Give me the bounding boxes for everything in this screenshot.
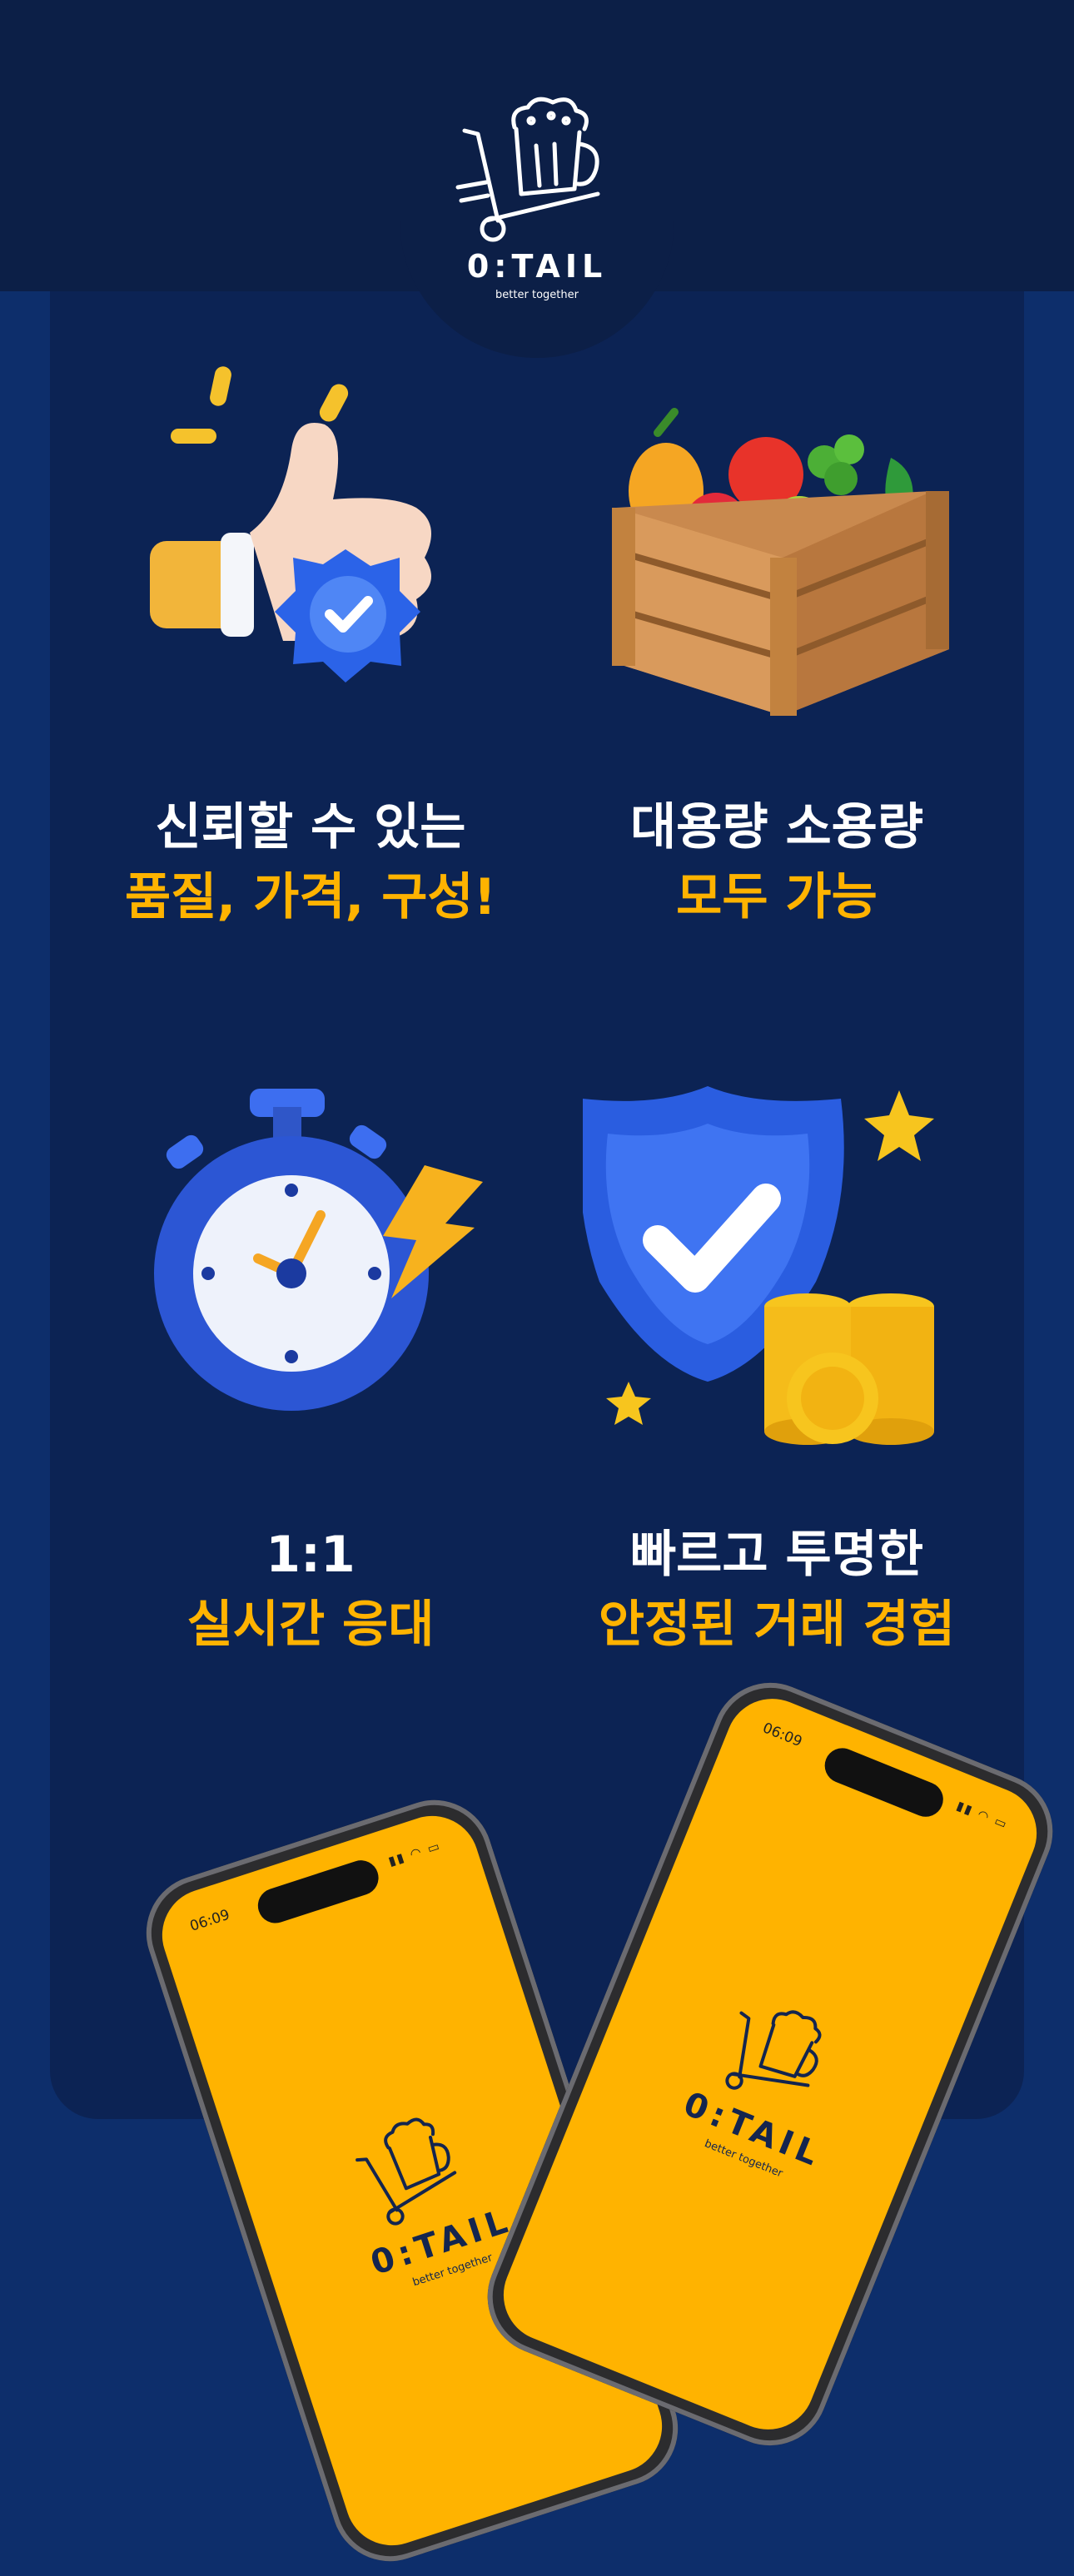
cart-beer-logo-icon (455, 97, 600, 242)
feature-card-volume: 대용량 소용량 모두 가능 (527, 792, 1027, 932)
vegetable-crate-icon (612, 408, 949, 716)
feature-card-support: 1:1 실시간 응대 (61, 1520, 560, 1660)
feature-highlight: 실시간 응대 (186, 1596, 435, 1654)
signal-wifi-battery-icon: ▮▮ ◠ ▭ (386, 1838, 443, 1869)
signal-wifi-battery-icon: ▮▮ ◠ ▭ (954, 1798, 1011, 1833)
feature-card-transaction: 빠르고 투명한 안정된 거래 경험 (527, 1520, 1027, 1660)
feature-title: 신뢰할 수 있는 (155, 798, 466, 856)
feature-highlight: 품질, 가격, 구성! (125, 868, 496, 926)
feature-title: 빠르고 투명한 (629, 1526, 924, 1584)
feature-title: 대용량 소용량 (629, 798, 924, 856)
feature-card-quality: 신뢰할 수 있는 품질, 가격, 구성! (61, 792, 560, 932)
brand-name: 0:TAIL (466, 248, 608, 285)
brand-tagline: better together (495, 289, 579, 301)
shield-coins-icon (583, 1086, 934, 1445)
brand-logo: 0:TAIL better together (450, 96, 633, 312)
dynamic-island (253, 1855, 384, 1928)
feature-highlight: 안정된 거래 경험 (598, 1596, 956, 1654)
dynamic-island (819, 1743, 949, 1823)
feature-title: 1:1 (266, 1526, 356, 1584)
thumbs-up-badge-icon (150, 366, 431, 682)
stopwatch-icon (154, 1089, 483, 1411)
status-time: 06:09 (187, 1906, 232, 1935)
feature-highlight: 모두 가능 (676, 868, 878, 926)
status-time: 06:09 (760, 1720, 805, 1751)
